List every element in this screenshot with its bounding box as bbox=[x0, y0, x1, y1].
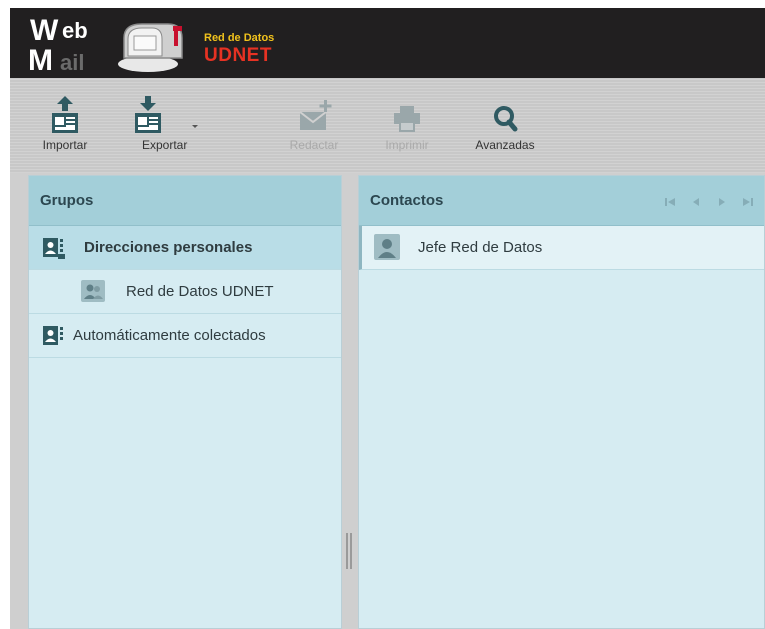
groups-panel: Grupos Direcciones personales Red de Dat… bbox=[28, 175, 342, 629]
export-label: Exportar bbox=[142, 138, 188, 152]
logo-eb-text: eb bbox=[62, 18, 88, 43]
app-header: W eb M ail Red de Datos UDNET bbox=[10, 8, 765, 78]
print-icon bbox=[394, 106, 420, 132]
compose-label: Redactar bbox=[289, 138, 339, 152]
contact-list-item[interactable]: Jefe Red de Datos bbox=[359, 226, 764, 270]
contacts-header: Contactos bbox=[359, 176, 764, 226]
contacts-header-title: Contactos bbox=[370, 192, 444, 209]
last-page-icon[interactable] bbox=[742, 195, 754, 207]
toolbar: Importar Exportar Redactar Imprimir Avan… bbox=[10, 78, 765, 173]
previous-page-icon[interactable] bbox=[690, 195, 702, 207]
export-icon bbox=[135, 96, 198, 133]
pagination bbox=[664, 195, 754, 207]
compose-button[interactable]: Redactar bbox=[280, 96, 348, 161]
print-label: Imprimir bbox=[385, 138, 429, 152]
brand-org-top: Red de Datos bbox=[204, 32, 274, 44]
logo-ail-text: ail bbox=[60, 50, 84, 75]
group-item-collected-addresses[interactable]: Automáticamente colectados bbox=[29, 314, 341, 358]
svg-text:M: M bbox=[28, 44, 53, 76]
addressbook-icon bbox=[43, 326, 63, 345]
contact-avatar-icon bbox=[374, 234, 400, 260]
addressbook-icon bbox=[43, 238, 65, 259]
next-page-icon[interactable] bbox=[716, 195, 728, 207]
import-label: Importar bbox=[42, 138, 88, 152]
export-button[interactable]: Exportar bbox=[132, 96, 212, 161]
advanced-search-button[interactable]: Avanzadas bbox=[464, 96, 546, 161]
addressbook-workspace: Grupos Direcciones personales Red de Dat… bbox=[10, 173, 765, 629]
contacts-panel: Contactos Jefe Red de Datos bbox=[358, 175, 765, 629]
group-item-label: Red de Datos UDNET bbox=[126, 283, 274, 300]
first-page-icon[interactable] bbox=[664, 195, 676, 207]
contact-name: Jefe Red de Datos bbox=[418, 239, 543, 256]
group-item-personal-addresses[interactable]: Direcciones personales bbox=[29, 226, 341, 270]
panel-splitter-handle[interactable] bbox=[346, 533, 352, 569]
group-item-red-de-datos-udnet[interactable]: Red de Datos UDNET bbox=[29, 270, 341, 314]
group-item-label: Automáticamente colectados bbox=[73, 327, 266, 344]
group-item-label: Direcciones personales bbox=[84, 239, 253, 256]
advanced-label: Avanzadas bbox=[475, 138, 535, 152]
compose-icon bbox=[299, 100, 332, 130]
import-icon bbox=[52, 96, 78, 133]
dropdown-arrow-icon bbox=[192, 125, 198, 128]
brand-org-bottom: UDNET bbox=[204, 45, 272, 66]
webmail-logo: W eb M ail Red de Datos UDNET bbox=[28, 14, 274, 76]
svg-text:W: W bbox=[30, 14, 59, 47]
search-icon bbox=[494, 106, 518, 132]
print-button[interactable]: Imprimir bbox=[378, 96, 436, 161]
groups-header: Grupos bbox=[29, 176, 341, 226]
mailbox-icon bbox=[118, 23, 183, 72]
import-button[interactable]: Importar bbox=[38, 96, 92, 161]
contact-group-icon bbox=[81, 280, 105, 302]
